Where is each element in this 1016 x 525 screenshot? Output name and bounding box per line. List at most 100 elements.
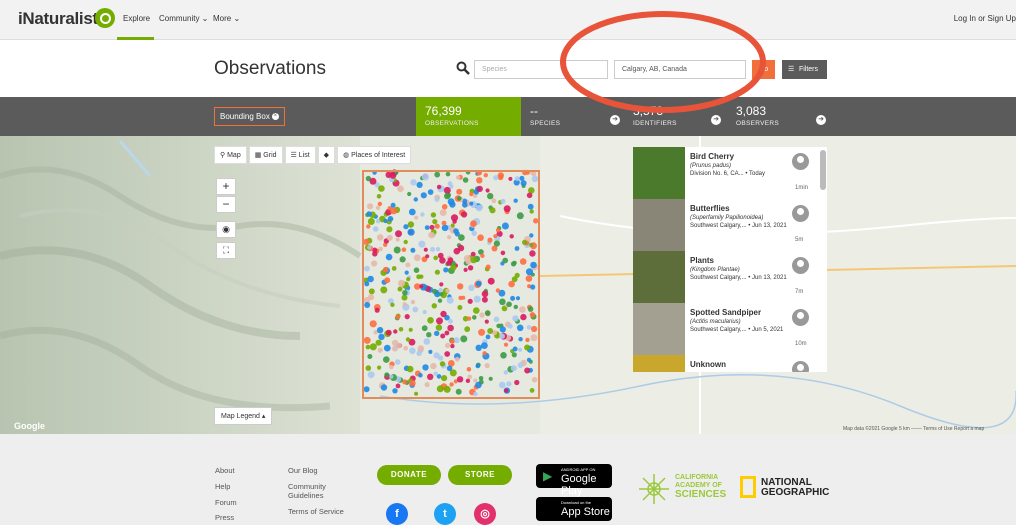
inaturalist-logo[interactable]: iNaturalist xyxy=(18,9,98,29)
stat-identifiers[interactable]: 3,578 IDENTIFIERS ➜ xyxy=(624,97,727,136)
instagram-icon[interactable]: ◎ xyxy=(474,503,496,525)
nav-community[interactable]: Community ⌄ xyxy=(159,14,208,23)
google-play-badge[interactable]: ▶ ANDROID APP ON Google Play xyxy=(536,464,612,497)
place-input[interactable]: Calgary, AB, Canada xyxy=(614,60,746,79)
sliders-icon: ☰ xyxy=(788,66,795,73)
grid-view-label: Grid xyxy=(263,152,277,159)
observation-photo[interactable] xyxy=(633,251,685,303)
avatar-icon[interactable] xyxy=(792,205,809,222)
observation-list[interactable]: Bird Cherry (Prunus padus) Division No. 6,… xyxy=(633,147,827,372)
list-view-label: List xyxy=(298,152,310,159)
app-store-big: App Store xyxy=(561,506,610,518)
observation-location: Southwest Calgary,... • Jun 5, 2021 xyxy=(690,327,784,333)
observation-time-ago: 5m xyxy=(795,237,804,243)
store-button[interactable]: STORE xyxy=(448,465,512,485)
species-input[interactable]: Species xyxy=(474,60,608,79)
footer-link-community-guidelines-line2[interactable]: Guidelines xyxy=(288,491,323,500)
map-legend-button[interactable]: Map Legend ▴ xyxy=(214,407,273,425)
map-attribution[interactable]: Map data ©2021 Google 5 km ─── Terms of … xyxy=(843,426,984,432)
observation-photo[interactable] xyxy=(633,199,685,251)
login-link[interactable]: Log In or Sign Up xyxy=(954,14,1016,23)
stat-species[interactable]: -- SPECIES ➜ xyxy=(521,97,624,136)
observation-photo[interactable] xyxy=(633,147,685,199)
observation-name[interactable]: Spotted Sandpiper xyxy=(690,308,761,317)
stat-label: OBSERVERS xyxy=(736,120,780,127)
filters-label: Filters xyxy=(798,66,819,73)
close-icon[interactable]: × xyxy=(271,113,279,121)
observation-item[interactable]: Bird Cherry (Prunus padus) Division No. 6,… xyxy=(633,147,827,199)
map-view-label: Map xyxy=(227,152,241,159)
facebook-icon[interactable]: f xyxy=(386,503,408,525)
observation-photo[interactable] xyxy=(633,355,685,372)
top-nav: iNaturalist Explore Community ⌄ More ⌄ L… xyxy=(0,0,1016,40)
arrow-right-icon[interactable]: ➜ xyxy=(711,115,721,125)
footer-link-press[interactable]: Press xyxy=(215,513,234,522)
bounding-box-label: Bounding Box xyxy=(220,112,270,121)
google-play-small: ANDROID APP ON xyxy=(561,467,596,472)
app-store-badge[interactable]: Download on the App Store xyxy=(536,497,612,521)
national-geographic-logo[interactable] xyxy=(740,476,756,498)
filters-button[interactable]: ☰ Filters xyxy=(782,60,827,79)
cas-line: CALIFORNIA xyxy=(675,474,719,481)
observation-scientific-name: (Kingdom Plantae) xyxy=(690,267,740,273)
layers-button[interactable]: ◆ xyxy=(317,146,336,164)
stat-number: 3,083 xyxy=(736,104,767,118)
bounding-box-overlay[interactable] xyxy=(362,170,540,399)
observation-name[interactable]: Unknown xyxy=(690,360,726,369)
arrow-right-icon[interactable]: ➜ xyxy=(816,115,826,125)
observation-item[interactable]: Butterflies (Superfamily Papilionoidea) So… xyxy=(633,199,827,251)
go-button[interactable]: Go xyxy=(752,60,775,79)
zoom-out-button[interactable]: − xyxy=(216,196,236,213)
bounding-box-button[interactable]: Bounding Box × xyxy=(214,107,285,126)
stat-number: 76,399 xyxy=(425,104,462,118)
list-view-button[interactable]: ☰ List xyxy=(284,146,316,164)
fullscreen-icon[interactable]: ⛶ xyxy=(216,242,236,259)
observation-item[interactable]: Plants (Kingdom Plantae) Southwest Calgary… xyxy=(633,251,827,303)
stat-label: SPECIES xyxy=(530,120,561,127)
locate-icon[interactable]: ◉ xyxy=(216,221,236,238)
stat-number: -- xyxy=(530,104,538,118)
avatar-icon[interactable] xyxy=(792,309,809,326)
footer-link-terms[interactable]: Terms of Service xyxy=(288,507,344,516)
observation-location: Southwest Calgary,... • Jun 13, 2021 xyxy=(690,223,787,229)
nav-more[interactable]: More ⌄ xyxy=(213,14,240,23)
grid-view-button[interactable]: ▦ Grid xyxy=(248,146,283,164)
pin-icon: ⚲ xyxy=(220,152,226,159)
places-of-interest-button[interactable]: ◍ Places of Interest xyxy=(337,146,412,164)
stat-observations[interactable]: 76,399 OBSERVATIONS xyxy=(416,97,521,136)
avatar-icon[interactable] xyxy=(792,257,809,274)
observation-photo[interactable] xyxy=(633,303,685,355)
footer-link-forum[interactable]: Forum xyxy=(215,498,237,507)
observation-name[interactable]: Butterflies xyxy=(690,204,730,213)
donate-button[interactable]: DONATE xyxy=(377,465,441,485)
observation-scientific-name: (Superfamily Papilionoidea) xyxy=(690,215,764,221)
search-icon[interactable] xyxy=(95,8,115,28)
grid-icon: ▦ xyxy=(254,152,262,159)
footer-link-about[interactable]: About xyxy=(215,466,235,475)
app-store-small: Download on the xyxy=(561,500,592,505)
google-play-big: Google Play xyxy=(561,473,597,497)
footer-link-help[interactable]: Help xyxy=(215,482,230,491)
observation-name[interactable]: Bird Cherry xyxy=(690,152,734,161)
arrow-right-icon[interactable]: ➜ xyxy=(610,115,620,125)
avatar-icon[interactable] xyxy=(792,361,809,372)
map-view-button[interactable]: ⚲ Map xyxy=(214,146,247,164)
active-tab-indicator xyxy=(117,37,154,40)
footer-link-blog[interactable]: Our Blog xyxy=(288,466,318,475)
stat-label: OBSERVATIONS xyxy=(425,120,479,127)
observation-time-ago: 7m xyxy=(795,289,804,295)
observation-item[interactable]: Spotted Sandpiper (Actitis macularius) Sou… xyxy=(633,303,827,355)
twitter-icon[interactable]: t xyxy=(434,503,456,525)
observation-item[interactable]: Unknown xyxy=(633,355,827,372)
cas-line: SCIENCES xyxy=(675,489,727,500)
stat-observers[interactable]: 3,083 OBSERVERS ➜ xyxy=(727,97,832,136)
observation-name[interactable]: Plants xyxy=(690,256,714,265)
avatar-icon[interactable] xyxy=(792,153,809,170)
nav-explore[interactable]: Explore xyxy=(123,14,150,23)
zoom-in-button[interactable]: + xyxy=(216,178,236,195)
observation-time-ago: 10m xyxy=(795,341,807,347)
google-logo: Google xyxy=(14,421,45,431)
scrollbar[interactable] xyxy=(820,150,826,190)
footer-link-community-guidelines-line1[interactable]: Community xyxy=(288,482,326,491)
national-geographic-text: NATIONAL GEOGRAPHIC xyxy=(761,478,829,498)
